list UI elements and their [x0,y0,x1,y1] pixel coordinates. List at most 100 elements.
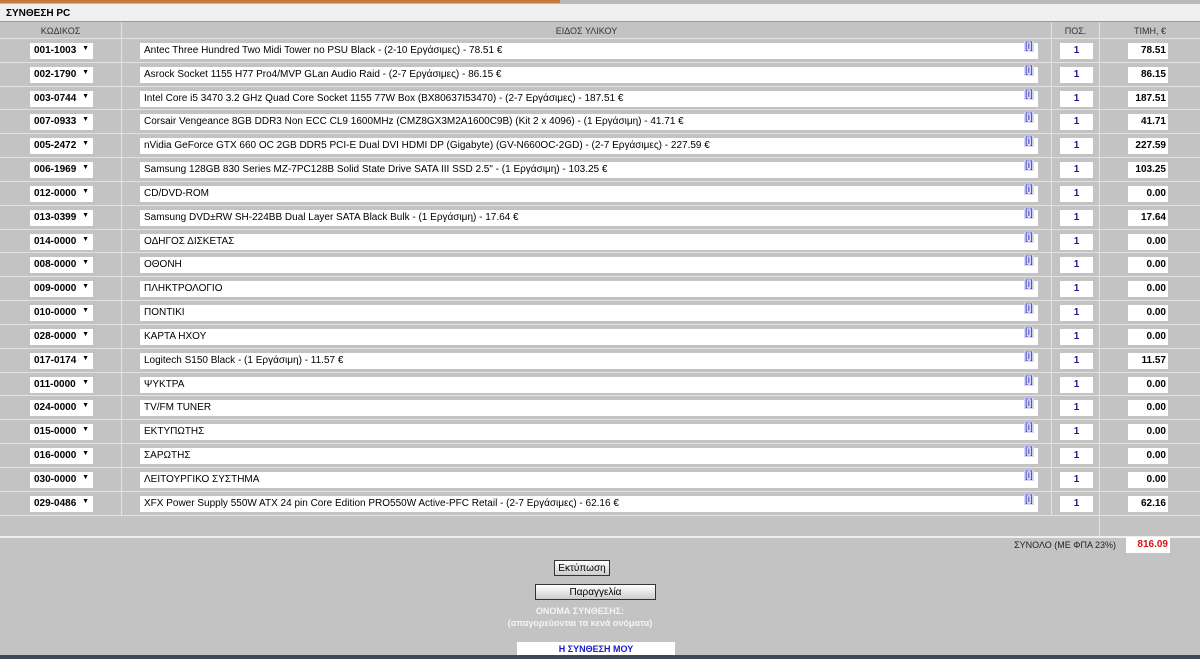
code-select[interactable]: 014-0000 ▼ [30,233,93,250]
chevron-down-icon[interactable]: ▼ [82,69,89,76]
chevron-down-icon[interactable]: ▼ [82,474,89,481]
code-select[interactable]: 016-0000 ▼ [30,448,93,465]
code-select[interactable]: 007-0933 ▼ [30,114,93,131]
info-icon[interactable]: [i] [1024,136,1034,148]
quantity-input[interactable]: 1 [1060,209,1093,226]
info-icon[interactable]: [i] [1024,41,1034,52]
info-icon[interactable]: [i] [1024,255,1034,267]
quantity-input[interactable]: 1 [1060,138,1093,155]
code-select[interactable]: 009-0000 ▼ [30,281,93,298]
code-select[interactable]: 015-0000 ▼ [30,424,93,441]
info-icon[interactable]: [i] [1024,422,1034,434]
product-select[interactable]: ΚΑΡΤΑ ΗΧΟΥ▼ [140,328,1038,345]
quantity-input[interactable]: 1 [1060,257,1093,274]
info-icon[interactable]: [i] [1024,231,1034,243]
product-select[interactable]: Asrock Socket 1155 H77 Pro4/MVP GLan Aud… [140,66,1038,83]
chevron-down-icon[interactable]: ▼ [82,45,89,52]
quantity-input[interactable]: 1 [1060,43,1093,59]
chevron-down-icon[interactable]: ▼ [82,93,89,100]
info-icon[interactable]: [i] [1024,112,1034,124]
product-select[interactable]: Logitech S150 Black - (1 Εργάσιμη) - 11.… [140,352,1038,369]
chevron-down-icon[interactable]: ▼ [82,236,89,243]
chevron-down-icon[interactable]: ▼ [82,379,89,386]
info-icon[interactable]: [i] [1024,398,1034,410]
chevron-down-icon[interactable]: ▼ [82,331,89,338]
chevron-down-icon[interactable]: ▼ [82,116,89,123]
quantity-input[interactable]: 1 [1060,424,1093,441]
quantity-input[interactable]: 1 [1060,471,1093,488]
code-select[interactable]: 005-2472 ▼ [30,138,93,155]
chevron-down-icon[interactable]: ▼ [82,283,89,290]
code-select[interactable]: 029-0486 ▼ [30,495,93,512]
chevron-down-icon[interactable]: ▼ [82,140,89,147]
info-icon[interactable]: [i] [1024,160,1034,172]
quantity-input[interactable]: 1 [1060,495,1093,512]
product-select[interactable]: ΟΘΟΝΗ▼ [140,257,1038,274]
info-icon[interactable]: [i] [1024,303,1034,315]
chevron-down-icon[interactable]: ▼ [82,259,89,266]
info-icon[interactable]: [i] [1024,88,1034,100]
code-select[interactable]: 024-0000 ▼ [30,400,93,417]
chevron-down-icon[interactable]: ▼ [82,188,89,195]
quantity-input[interactable]: 1 [1060,305,1093,322]
chevron-down-icon[interactable]: ▼ [82,402,89,409]
product-select[interactable]: ΠΛΗΚΤΡΟΛΟΓΙΟ▼ [140,281,1038,298]
product-select[interactable]: XFX Power Supply 550W ATX 24 pin Core Ed… [140,495,1038,512]
info-icon[interactable]: [i] [1024,183,1034,195]
quantity-input[interactable]: 1 [1060,328,1093,345]
code-select[interactable]: 030-0000 ▼ [30,471,93,488]
product-select[interactable]: TV/FM TUNER▼ [140,400,1038,417]
chevron-down-icon[interactable]: ▼ [82,355,89,362]
info-icon[interactable]: [i] [1024,446,1034,458]
order-button[interactable]: Παραγγελία [535,584,656,600]
code-select[interactable]: 002-1790 ▼ [30,66,93,83]
product-select[interactable]: ΟΔΗΓΟΣ ΔΙΣΚΕΤΑΣ▼ [140,233,1038,250]
quantity-input[interactable]: 1 [1060,90,1093,107]
info-icon[interactable]: [i] [1024,350,1034,362]
info-icon[interactable]: [i] [1024,493,1034,505]
chevron-down-icon[interactable]: ▼ [82,164,89,171]
info-icon[interactable]: [i] [1024,64,1034,76]
product-select[interactable]: nVidia GeForce GTX 660 OC 2GB DDR5 PCI-E… [140,138,1038,155]
quantity-input[interactable]: 1 [1060,233,1093,250]
code-select[interactable]: 008-0000 ▼ [30,257,93,274]
product-select[interactable]: ΕΚΤΥΠΩΤΗΣ▼ [140,424,1038,441]
product-select[interactable]: ΣΑΡΩΤΗΣ▼ [140,448,1038,465]
code-select[interactable]: 010-0000 ▼ [30,305,93,322]
product-select[interactable]: ΠΟΝΤΙΚΙ▼ [140,305,1038,322]
info-icon[interactable]: [i] [1024,374,1034,386]
quantity-input[interactable]: 1 [1060,448,1093,465]
product-select[interactable]: ΛΕΙΤΟΥΡΓΙΚΟ ΣΥΣΤΗΜΑ▼ [140,471,1038,488]
product-select[interactable]: Intel Core i5 3470 3.2 GHz Quad Core Soc… [140,90,1038,107]
code-select[interactable]: 012-0000 ▼ [30,185,93,202]
product-select[interactable]: Samsung DVD±RW SH-224BB Dual Layer SATA … [140,209,1038,226]
quantity-input[interactable]: 1 [1060,281,1093,298]
product-select[interactable]: Antec Three Hundred Two Midi Tower no PS… [140,43,1038,59]
chevron-down-icon[interactable]: ▼ [82,498,89,505]
composition-name-input[interactable]: Η ΣΥΝΘΕΣΗ ΜΟΥ [517,642,675,656]
quantity-input[interactable]: 1 [1060,376,1093,393]
code-select[interactable]: 001-1003 ▼ [30,43,93,59]
quantity-input[interactable]: 1 [1060,352,1093,369]
quantity-input[interactable]: 1 [1060,400,1093,417]
product-select[interactable]: Samsung 128GB 830 Series MZ-7PC128B Soli… [140,162,1038,179]
quantity-input[interactable]: 1 [1060,66,1093,83]
info-icon[interactable]: [i] [1024,469,1034,481]
code-select[interactable]: 017-0174 ▼ [30,352,93,369]
chevron-down-icon[interactable]: ▼ [82,450,89,457]
chevron-down-icon[interactable]: ▼ [82,307,89,314]
product-select[interactable]: Corsair Vengeance 8GB DDR3 Non ECC CL9 1… [140,114,1038,131]
chevron-down-icon[interactable]: ▼ [82,426,89,433]
info-icon[interactable]: [i] [1024,207,1034,219]
quantity-input[interactable]: 1 [1060,162,1093,179]
quantity-input[interactable]: 1 [1060,114,1093,131]
code-select[interactable]: 028-0000 ▼ [30,328,93,345]
code-select[interactable]: 013-0399 ▼ [30,209,93,226]
print-button[interactable]: Εκτύπωση [554,560,610,576]
product-select[interactable]: ΨΥΚΤΡΑ▼ [140,376,1038,393]
code-select[interactable]: 003-0744 ▼ [30,90,93,107]
product-select[interactable]: CD/DVD-ROM▼ [140,185,1038,202]
chevron-down-icon[interactable]: ▼ [82,212,89,219]
info-icon[interactable]: [i] [1024,279,1034,291]
quantity-input[interactable]: 1 [1060,185,1093,202]
